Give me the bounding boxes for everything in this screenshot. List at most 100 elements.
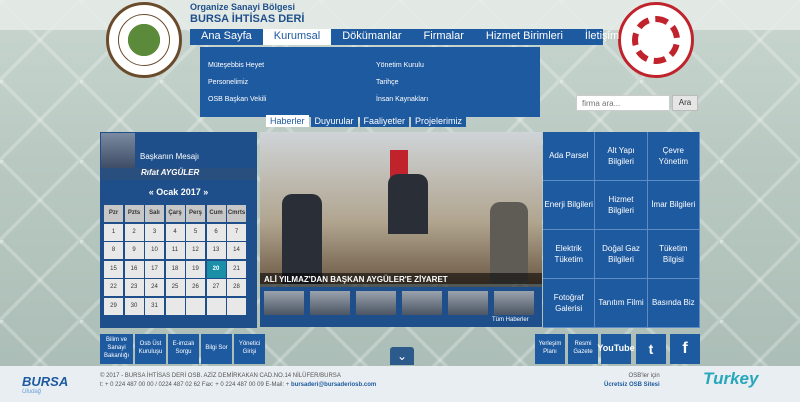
calendar-day[interactable]: 1 <box>104 223 123 241</box>
dropdown-item[interactable]: Tarihçe <box>376 79 399 86</box>
footer-line-1: © 2017 - BURSA İHTİSAS DERİ OSB. AZİZ DE… <box>100 373 341 379</box>
footer-email[interactable]: bursaderi@bursaderiosb.com <box>291 382 376 388</box>
service-tile[interactable]: Doğal Gaz Bilgileri <box>595 230 648 279</box>
bursa-logo[interactable]: BURSA Uludağ <box>22 374 68 395</box>
calendar-title[interactable]: « Ocak 2017 » <box>100 187 257 197</box>
all-news-link[interactable]: Tüm Haberler <box>492 317 529 323</box>
dropdown-item[interactable]: OSB Başkan Vekili <box>208 96 266 103</box>
calendar-day[interactable]: 25 <box>165 279 185 296</box>
calendar-day[interactable]: 8 <box>104 242 123 259</box>
tab-haberler[interactable]: Haberler <box>266 115 309 127</box>
calendar-day[interactable]: 27 <box>206 279 226 296</box>
news-thumb[interactable] <box>310 291 350 315</box>
nav-item-ana-sayfa[interactable]: Ana Sayfa <box>190 29 263 45</box>
calendar-day[interactable]: 17 <box>145 260 164 278</box>
calendar-day[interactable]: 26 <box>186 279 205 296</box>
service-tile[interactable]: Tanıtım Filmi <box>595 279 648 328</box>
footer-contact: t: + 0 224 487 00 00 / 0224 487 02 62 Fa… <box>100 382 290 388</box>
calendar-day[interactable]: 23 <box>124 279 144 296</box>
calendar-day[interactable]: 9 <box>124 242 144 259</box>
calendar-day[interactable]: 12 <box>186 242 205 259</box>
tab-projelerimiz[interactable]: Projelerimiz <box>411 115 467 127</box>
service-tile[interactable]: Hizmet Bilgileri <box>595 181 648 230</box>
nav-item-hizmet-birimleri[interactable]: Hizmet Birimleri <box>475 29 574 45</box>
calendar-day[interactable]: 19 <box>186 260 205 278</box>
osb-logo[interactable] <box>106 2 182 78</box>
service-tile[interactable]: Ada Parsel <box>543 132 596 181</box>
calendar-day[interactable]: 14 <box>227 242 246 259</box>
calendar-day[interactable]: 18 <box>165 260 185 278</box>
calendar-day[interactable]: 20 <box>206 260 226 278</box>
nav-item-dokumanlar[interactable]: Dökümanlar <box>331 29 412 45</box>
service-tile[interactable]: Çevre Yönetim <box>647 132 700 181</box>
twitter-icon[interactable]: t <box>636 334 666 364</box>
service-tile[interactable]: İmar Bilgileri <box>647 181 700 230</box>
youtube-icon[interactable]: YouTube <box>597 334 635 364</box>
mayor-name: Rıfat AYGÜLER <box>101 168 256 180</box>
brand-title[interactable]: BURSA İHTİSAS DERİ <box>190 13 305 25</box>
footer-address: © 2017 - BURSA İHTİSAS DERİ OSB. AZİZ DE… <box>100 372 376 390</box>
service-tile[interactable]: Fotoğraf Galerisi <box>543 279 596 328</box>
calendar-day[interactable]: 24 <box>145 279 164 296</box>
calendar-day[interactable]: 7 <box>227 223 246 241</box>
turkey-logo[interactable]: Turkey <box>703 369 758 389</box>
osb-site-link[interactable]: OSB'ler için Ücretsiz OSB Sitesi <box>604 372 660 390</box>
news-photo[interactable] <box>260 132 542 284</box>
dropdown-item[interactable]: Müteşebbis Heyet <box>208 62 264 69</box>
mayor-message-link[interactable]: Başkanın Mesajı <box>140 152 199 161</box>
calendar-day[interactable]: 5 <box>186 223 205 241</box>
quick-link-settlement-plan[interactable]: Yerleşim Planı <box>535 334 565 364</box>
calendar-day[interactable]: 4 <box>165 223 185 241</box>
quick-link-admin[interactable]: Yönetici Girişi <box>234 334 265 364</box>
news-thumb[interactable] <box>264 291 304 315</box>
nav-item-firmalar[interactable]: Firmalar <box>413 29 475 45</box>
quick-link-ministry[interactable]: Bilim ve Sanayi Bakanlığı <box>100 334 133 364</box>
calendar-day[interactable]: 13 <box>206 242 226 259</box>
firm-search-input[interactable] <box>576 95 670 111</box>
bursa-logo-text: BURSA <box>22 374 69 389</box>
calendar-day[interactable]: 31 <box>145 297 164 315</box>
dropdown-item[interactable]: Yönetim Kurulu <box>376 62 424 69</box>
facebook-icon[interactable]: f <box>670 334 700 364</box>
person <box>282 194 322 284</box>
quick-link-e-signature[interactable]: E-imzalı Sorgu <box>168 334 199 364</box>
service-tile[interactable]: Alt Yapı Bilgileri <box>595 132 648 181</box>
quick-link-info[interactable]: Bilgi Sor <box>201 334 232 364</box>
tab-duyurular[interactable]: Duyurular <box>310 115 358 127</box>
chevron-down-icon[interactable]: ⌄ <box>390 347 414 365</box>
service-tile[interactable]: Elektrik Tüketim <box>543 230 596 279</box>
news-thumb[interactable] <box>494 291 534 315</box>
calendar-day[interactable]: 28 <box>227 279 246 296</box>
nav-item-kurumsal[interactable]: Kurumsal <box>262 29 332 45</box>
calendar-day[interactable]: 10 <box>145 242 164 259</box>
calendar-day[interactable]: 16 <box>124 260 144 278</box>
calendar-day[interactable]: 11 <box>165 242 185 259</box>
calendar-day[interactable]: 6 <box>206 223 226 241</box>
quick-link-osb[interactable]: Osb Üst Kuruluşu <box>135 334 166 364</box>
tab-faaliyetler[interactable]: Faaliyetler <box>359 115 410 127</box>
calendar-day[interactable]: 21 <box>227 260 246 278</box>
person <box>490 202 528 284</box>
calendar-day[interactable]: 29 <box>104 297 123 315</box>
calendar-day[interactable]: 15 <box>104 260 123 278</box>
calendar-day[interactable]: 22 <box>104 279 123 296</box>
dropdown-item[interactable]: İnsan Kaynakları <box>376 96 428 103</box>
calendar-day[interactable]: 30 <box>124 297 144 315</box>
search-button[interactable]: Ara <box>672 95 698 111</box>
bursa-logo-sub: Uludağ <box>22 389 42 395</box>
news-thumb[interactable] <box>356 291 396 315</box>
main-nav: Ana Sayfa Kurumsal Dökümanlar Firmalar H… <box>190 29 619 45</box>
nav-item-iletisim[interactable]: İletişim <box>574 29 630 45</box>
news-thumb[interactable] <box>402 291 442 315</box>
calendar-day-header: Cum <box>206 205 226 222</box>
calendar-day[interactable]: 2 <box>124 223 144 241</box>
news-thumb[interactable] <box>448 291 488 315</box>
dropdown-item[interactable]: Personelimiz <box>208 79 248 86</box>
calendar-day[interactable]: 3 <box>145 223 164 241</box>
quick-link-official-gazette[interactable]: Resmi Gazete <box>568 334 598 364</box>
news-caption[interactable]: ALİ YILMAZ'DAN BAŞKAN AYGÜLER'E ZİYARET <box>260 273 542 287</box>
calendar-day-header: Perş <box>186 205 205 222</box>
service-tile[interactable]: Tüketim Bilgisi <box>647 230 700 279</box>
service-tile[interactable]: Basında Biz <box>647 279 700 328</box>
service-tile[interactable]: Enerji Bilgileri <box>543 181 596 230</box>
